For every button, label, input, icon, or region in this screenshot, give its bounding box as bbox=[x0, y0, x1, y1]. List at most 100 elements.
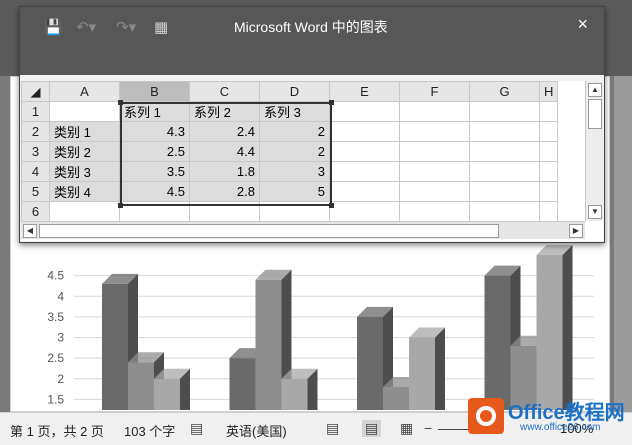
cell[interactable] bbox=[538, 181, 559, 202]
row-header[interactable]: 2 bbox=[21, 121, 50, 142]
zoom-out-icon[interactable]: − bbox=[424, 420, 432, 436]
cell[interactable] bbox=[469, 121, 540, 142]
y-tick-label: 4 bbox=[57, 289, 64, 303]
cell[interactable] bbox=[329, 141, 400, 162]
column-header-row: ◢ A B C D E F G H bbox=[21, 81, 559, 102]
cell[interactable] bbox=[399, 141, 470, 162]
word-count[interactable]: 103 个字 bbox=[124, 421, 175, 440]
cell[interactable] bbox=[469, 101, 540, 122]
watermark: Office教程网 www.office26.com bbox=[468, 394, 628, 444]
watermark-name: Office教程网 bbox=[508, 402, 625, 424]
cell[interactable] bbox=[329, 181, 400, 202]
column-header[interactable]: A bbox=[49, 81, 120, 102]
cell[interactable] bbox=[49, 201, 120, 222]
language-indicator[interactable]: 英语(美国) bbox=[226, 421, 287, 440]
cell[interactable]: 类别 2 bbox=[49, 141, 120, 162]
select-all-corner[interactable]: ◢ bbox=[21, 81, 50, 102]
resize-handle[interactable] bbox=[329, 100, 334, 105]
cell[interactable] bbox=[469, 181, 540, 202]
resize-handle[interactable] bbox=[118, 203, 123, 208]
column-header[interactable]: B bbox=[119, 81, 190, 102]
cell[interactable]: 类别 3 bbox=[49, 161, 120, 182]
spreadsheet-area[interactable]: ◢ A B C D E F G H 1 系列 1 系列 2 系列 3 2 类别 … bbox=[21, 81, 603, 241]
cell[interactable] bbox=[538, 201, 559, 222]
resize-handle[interactable] bbox=[118, 100, 123, 105]
bar[interactable] bbox=[102, 283, 128, 410]
cell[interactable]: 类别 4 bbox=[49, 181, 120, 202]
column-header[interactable]: D bbox=[259, 81, 330, 102]
column-header[interactable]: H bbox=[538, 81, 559, 102]
cell[interactable] bbox=[469, 201, 540, 222]
scroll-right-button[interactable]: ▶ bbox=[569, 224, 583, 238]
bar-side bbox=[435, 327, 445, 410]
page-count[interactable]: 第 1 页，共 2 页 bbox=[10, 421, 104, 440]
y-tick-label: 2.5 bbox=[47, 351, 64, 365]
bar-side bbox=[562, 245, 573, 410]
bar[interactable] bbox=[409, 337, 435, 411]
close-button[interactable]: × bbox=[577, 15, 588, 33]
chart-data-window[interactable]: 💾 ↶▾ ↷▾ ▦ Microsoft Word 中的图表 × ◢ A B C … bbox=[19, 6, 605, 243]
cell[interactable] bbox=[49, 101, 120, 122]
scroll-up-button[interactable]: ▲ bbox=[588, 83, 602, 97]
undo-icon[interactable]: ↶▾ bbox=[76, 20, 96, 35]
cell[interactable] bbox=[329, 161, 400, 182]
y-tick-label: 4.5 bbox=[47, 269, 64, 283]
print-layout-icon[interactable]: ▤ bbox=[362, 420, 382, 437]
cell[interactable] bbox=[399, 201, 470, 222]
scroll-down-button[interactable]: ▼ bbox=[588, 205, 602, 219]
web-layout-icon[interactable]: ▦ bbox=[400, 420, 413, 437]
cell[interactable] bbox=[469, 141, 540, 162]
bar[interactable] bbox=[154, 378, 180, 410]
cell[interactable] bbox=[469, 161, 540, 182]
row-header[interactable]: 3 bbox=[21, 141, 50, 162]
save-icon[interactable]: 💾 bbox=[44, 20, 63, 35]
row-header[interactable]: 4 bbox=[21, 161, 50, 182]
bar[interactable] bbox=[536, 255, 563, 410]
cell[interactable] bbox=[538, 121, 559, 142]
bar[interactable] bbox=[281, 378, 308, 410]
cell[interactable] bbox=[538, 161, 559, 182]
read-mode-icon[interactable]: ▤ bbox=[326, 420, 339, 437]
vertical-scrollbar[interactable]: ▲ ▼ bbox=[585, 81, 603, 221]
cell[interactable] bbox=[538, 141, 559, 162]
vertical-scroll-thumb[interactable] bbox=[588, 99, 602, 129]
cell[interactable] bbox=[329, 121, 400, 142]
cell[interactable] bbox=[538, 101, 559, 122]
office-logo bbox=[468, 398, 504, 434]
proofing-icon[interactable]: ▤ bbox=[190, 420, 203, 437]
scroll-left-button[interactable]: ◀ bbox=[23, 224, 37, 238]
column-header[interactable]: F bbox=[399, 81, 470, 102]
chart[interactable]: 4.5 4 3.5 3 2.5 2 1.5 bbox=[10, 230, 600, 410]
data-range-selection bbox=[120, 102, 332, 206]
y-tick-label: 2 bbox=[57, 372, 64, 386]
cell[interactable] bbox=[329, 201, 400, 222]
edit-data-in-excel-icon[interactable]: ▦ bbox=[154, 20, 168, 35]
bar[interactable] bbox=[229, 358, 256, 410]
cell[interactable] bbox=[399, 101, 470, 122]
cell[interactable] bbox=[399, 161, 470, 182]
resize-handle[interactable] bbox=[329, 203, 334, 208]
y-tick-label: 3 bbox=[57, 331, 64, 345]
cell[interactable] bbox=[399, 181, 470, 202]
document-scrollbar[interactable] bbox=[614, 76, 632, 412]
bar[interactable] bbox=[383, 387, 409, 410]
column-header[interactable]: C bbox=[189, 81, 260, 102]
horizontal-scroll-thumb[interactable] bbox=[39, 224, 499, 238]
watermark-url: www.office26.com bbox=[520, 422, 601, 433]
column-header[interactable]: E bbox=[329, 81, 400, 102]
bar[interactable] bbox=[484, 275, 511, 410]
y-tick-label: 1.5 bbox=[47, 392, 64, 406]
bar[interactable] bbox=[255, 279, 282, 410]
cell[interactable] bbox=[399, 121, 470, 142]
row-header[interactable]: 1 bbox=[21, 101, 50, 122]
bar[interactable] bbox=[128, 362, 154, 410]
horizontal-scrollbar[interactable]: ◀ ▶ bbox=[21, 221, 585, 239]
y-tick-label: 3.5 bbox=[47, 310, 64, 324]
row-header[interactable]: 5 bbox=[21, 181, 50, 202]
row-header[interactable]: 6 bbox=[21, 201, 50, 222]
column-header[interactable]: G bbox=[469, 81, 540, 102]
cell[interactable]: 类别 1 bbox=[49, 121, 120, 142]
redo-icon[interactable]: ↷▾ bbox=[116, 20, 136, 35]
cell[interactable] bbox=[329, 101, 400, 122]
bar[interactable] bbox=[357, 316, 383, 410]
